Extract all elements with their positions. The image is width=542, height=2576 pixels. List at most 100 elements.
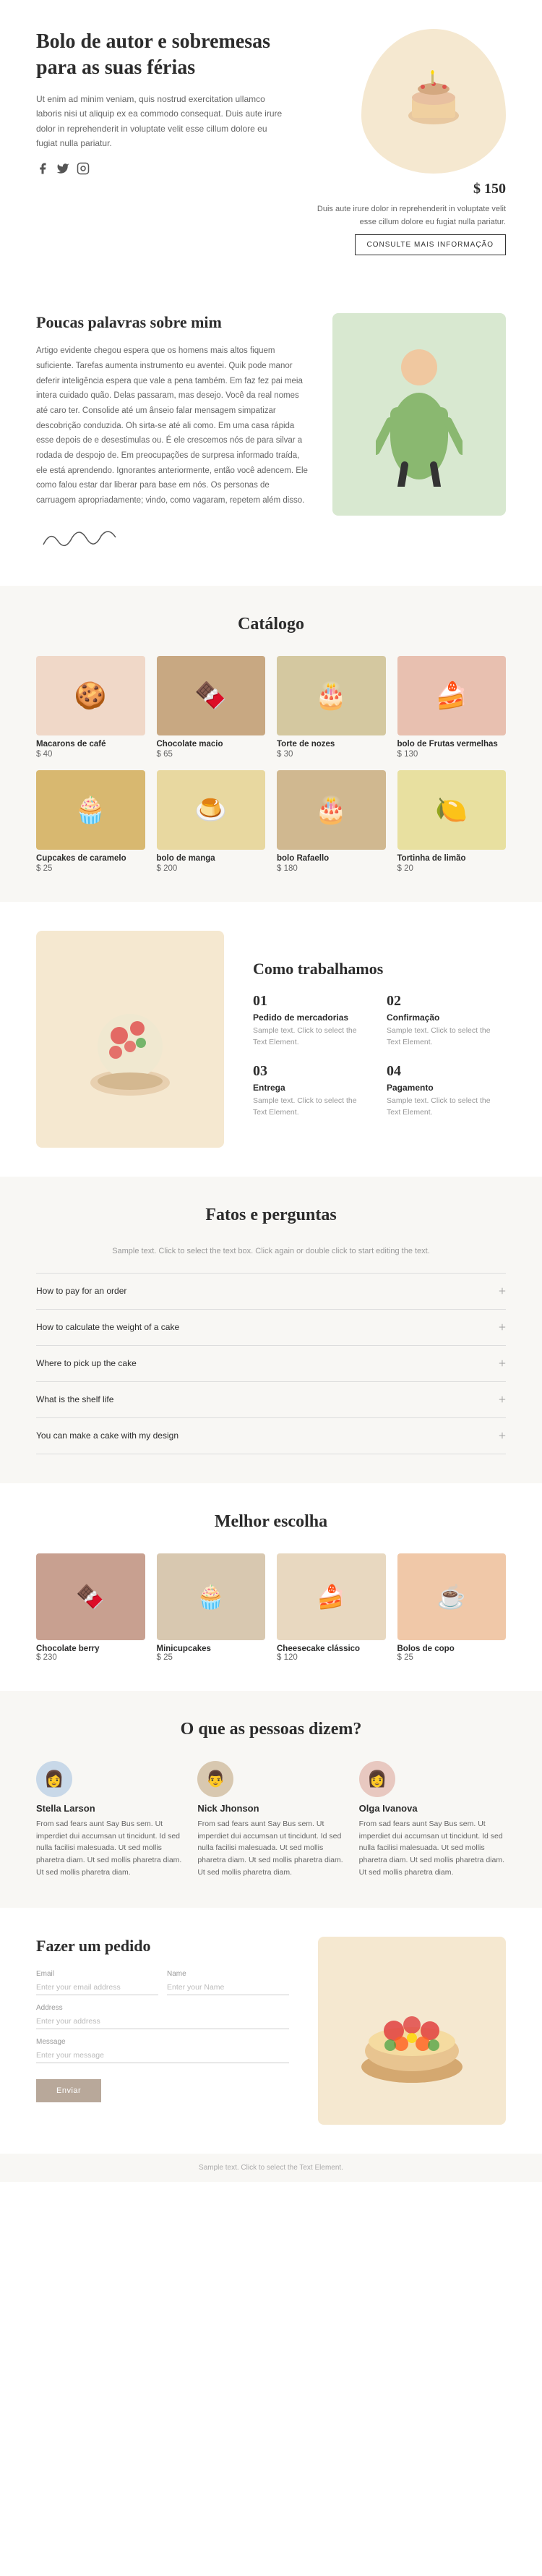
faq-item[interactable]: How to pay for an order +: [36, 1273, 506, 1309]
faq-item[interactable]: You can make a cake with my design +: [36, 1417, 506, 1454]
consult-button[interactable]: CONSULTE MAIS INFORMAÇÃO: [355, 234, 507, 255]
catalog-section: Catálogo 🍪 Macarons de café $ 40 🍫 Choco…: [0, 586, 542, 902]
faq-expand-icon[interactable]: +: [499, 1392, 506, 1407]
step-number: 02: [387, 993, 506, 1010]
faq-expand-icon[interactable]: +: [499, 1428, 506, 1443]
facebook-icon[interactable]: [36, 162, 49, 179]
best-item[interactable]: 🍰 Cheesecake clássico $ 120: [277, 1553, 386, 1662]
best-item-name: Chocolate berry: [36, 1645, 145, 1653]
step-label: Pagamento: [387, 1083, 506, 1093]
catalog-item[interactable]: 🍫 Chocolate macio $ 65: [157, 656, 266, 759]
hero-section: Bolo de autor e sobremesas para as suas …: [0, 0, 542, 277]
faq-section: Fatos e perguntas Sample text. Click to …: [0, 1177, 542, 1483]
testimonial-name: Olga Ivanova: [359, 1803, 506, 1814]
address-input[interactable]: [36, 2014, 289, 2029]
testimonials-grid: 👩 Stella Larson From sad fears aunt Say …: [36, 1761, 506, 1879]
catalog-item-image: 🍫: [157, 656, 266, 735]
email-input[interactable]: [36, 1980, 158, 1995]
step-number: 04: [387, 1063, 506, 1080]
step-label: Confirmação: [387, 1012, 506, 1023]
message-input[interactable]: [36, 2048, 289, 2063]
testimonials-section: O que as pessoas dizem? 👩 Stella Larson …: [0, 1691, 542, 1908]
faq-expand-icon[interactable]: +: [499, 1356, 506, 1371]
best-section: Melhor escolha 🍫 Chocolate berry $ 230 🧁…: [0, 1483, 542, 1691]
catalog-item[interactable]: 🍰 bolo de Frutas vermelhas $ 130: [397, 656, 507, 759]
step-description: Sample text. Click to select the Text El…: [253, 1096, 372, 1119]
form-group-address: Address: [36, 2004, 289, 2029]
address-label: Address: [36, 2004, 289, 2012]
faq-item[interactable]: Where to pick up the cake +: [36, 1345, 506, 1381]
twitter-icon[interactable]: [56, 162, 69, 179]
submit-button[interactable]: Enviar: [36, 2079, 101, 2102]
testimonial-avatar: 👨: [197, 1761, 233, 1797]
best-item-name: Bolos de copo: [397, 1645, 507, 1653]
testimonial-name: Stella Larson: [36, 1803, 183, 1814]
catalog-item[interactable]: 🎂 bolo Rafaello $ 180: [277, 770, 386, 873]
instagram-icon[interactable]: [77, 162, 90, 179]
about-signature: [36, 523, 311, 557]
catalog-item[interactable]: 🍮 bolo de manga $ 200: [157, 770, 266, 873]
testimonial-card: 👨 Nick Jhonson From sad fears aunt Say B…: [197, 1761, 344, 1879]
faq-item[interactable]: How to calculate the weight of a cake +: [36, 1309, 506, 1345]
faq-question: Where to pick up the cake: [36, 1358, 137, 1368]
best-item[interactable]: ☕ Bolos de copo $ 25: [397, 1553, 507, 1662]
testimonial-card: 👩 Olga Ivanova From sad fears aunt Say B…: [359, 1761, 506, 1879]
message-label: Message: [36, 2038, 289, 2046]
best-grid: 🍫 Chocolate berry $ 230 🧁 Minicupcakes $…: [36, 1553, 506, 1662]
testimonial-text: From sad fears aunt Say Bus sem. Ut impe…: [197, 1818, 344, 1879]
name-label: Name: [167, 1970, 289, 1978]
catalog-item[interactable]: 🎂 Torte de nozes $ 30: [277, 656, 386, 759]
faq-question: You can make a cake with my design: [36, 1430, 178, 1441]
faq-question: How to pay for an order: [36, 1286, 126, 1296]
catalog-item-image: 🎂: [277, 656, 386, 735]
form-row-message: Message: [36, 2038, 289, 2063]
testimonial-text: From sad fears aunt Say Bus sem. Ut impe…: [359, 1818, 506, 1879]
how-steps-grid: 01 Pedido de mercadorias Sample text. Cl…: [253, 993, 506, 1118]
catalog-item-name: Tortinha de limão: [397, 854, 507, 863]
catalog-item[interactable]: 🍋 Tortinha de limão $ 20: [397, 770, 507, 873]
faq-item[interactable]: What is the shelf life +: [36, 1381, 506, 1417]
hero-cake-image: [361, 29, 506, 174]
catalog-item-price: $ 20: [397, 864, 507, 873]
faq-expand-icon[interactable]: +: [499, 1320, 506, 1335]
form-group-message: Message: [36, 2038, 289, 2063]
email-label: Email: [36, 1970, 158, 1978]
order-title: Fazer um pedido: [36, 1937, 289, 1956]
best-item[interactable]: 🧁 Minicupcakes $ 25: [157, 1553, 266, 1662]
about-text-block: Poucas palavras sobre mim Artigo evident…: [36, 313, 332, 557]
how-step: 02 Confirmação Sample text. Click to sel…: [387, 993, 506, 1049]
about-description: Artigo evidente chegou espera que os hom…: [36, 344, 311, 508]
order-section: Fazer um pedido Email Name Address: [0, 1908, 542, 2154]
catalog-item[interactable]: 🍪 Macarons de café $ 40: [36, 656, 145, 759]
catalog-title: Catálogo: [36, 615, 506, 634]
best-item-image: ☕: [397, 1553, 507, 1640]
step-number: 03: [253, 1063, 372, 1080]
best-item[interactable]: 🍫 Chocolate berry $ 230: [36, 1553, 145, 1662]
hero-price-box: $ 150 Duis aute irure dolor in reprehend…: [304, 181, 506, 255]
faq-expand-icon[interactable]: +: [499, 1284, 506, 1299]
cake-illustration: [397, 65, 470, 137]
faq-question: What is the shelf life: [36, 1394, 113, 1404]
testimonial-avatar: 👩: [36, 1761, 72, 1797]
order-form: Email Name Address Message: [36, 1970, 289, 2102]
hero-text-block: Bolo de autor e sobremesas para as suas …: [36, 29, 304, 193]
faq-question: How to calculate the weight of a cake: [36, 1322, 179, 1332]
how-section: Como trabalhamos 01 Pedido de mercadoria…: [0, 902, 542, 1177]
catalog-item-name: bolo Rafaello: [277, 854, 386, 863]
catalog-item[interactable]: 🧁 Cupcakes de caramelo $ 25: [36, 770, 145, 873]
hero-image-wrap: $ 150 Duis aute irure dolor in reprehend…: [304, 29, 506, 255]
catalog-item-price: $ 130: [397, 750, 507, 759]
name-input[interactable]: [167, 1980, 289, 1995]
best-title: Melhor escolha: [36, 1512, 506, 1532]
about-section: Poucas palavras sobre mim Artigo evident…: [0, 277, 542, 586]
about-photo: [332, 313, 506, 516]
catalog-item-name: Torte de nozes: [277, 740, 386, 749]
catalog-item-image: 🎂: [277, 770, 386, 850]
catalog-item-name: Chocolate macio: [157, 740, 266, 749]
how-image: [36, 931, 224, 1148]
how-content: Como trabalhamos 01 Pedido de mercadoria…: [253, 960, 506, 1118]
catalog-item-name: bolo de manga: [157, 854, 266, 863]
faq-list: How to pay for an order + How to calcula…: [36, 1273, 506, 1454]
best-item-price: $ 230: [36, 1653, 145, 1662]
hero-title: Bolo de autor e sobremesas para as suas …: [36, 29, 289, 82]
